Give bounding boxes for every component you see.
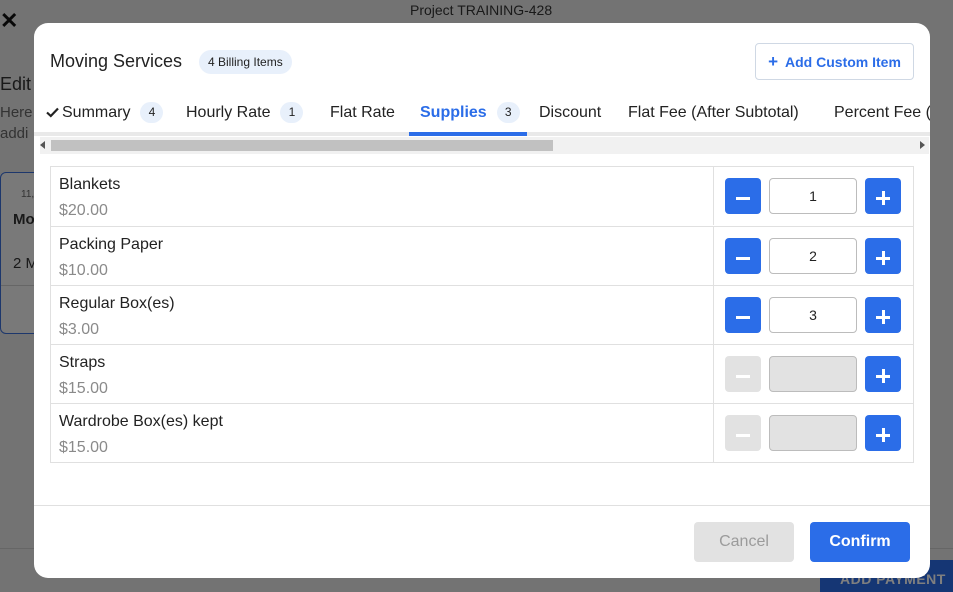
plus-icon <box>876 251 890 266</box>
tab-label: Hourly Rate <box>186 103 271 121</box>
row-divider <box>713 227 714 285</box>
list-item: Packing Paper $10.00 <box>51 226 913 285</box>
item-name: Packing Paper <box>59 236 164 253</box>
cancel-button[interactable]: Cancel <box>694 522 794 562</box>
item-name: Wardrobe Box(es) kept <box>59 413 223 430</box>
item-name: Regular Box(es) <box>59 295 175 312</box>
item-name: Straps <box>59 354 106 371</box>
list-item: Wardrobe Box(es) kept $15.00 <box>51 403 913 462</box>
scroll-left-arrow-icon[interactable] <box>40 141 45 149</box>
tab-bar: Summary 4 Hourly Rate 1 Flat Rate Suppli… <box>34 89 930 136</box>
tab-hourly-rate[interactable]: Hourly Rate 1 <box>186 89 304 136</box>
row-divider <box>713 404 714 462</box>
decrement-button <box>725 415 761 451</box>
tab-count-badge: 3 <box>496 102 520 123</box>
tab-label: Summary <box>62 103 131 121</box>
add-custom-item-button[interactable]: + Add Custom Item <box>755 43 914 80</box>
increment-button[interactable] <box>865 415 901 451</box>
decrement-button[interactable] <box>725 178 761 214</box>
supplies-list: Blankets $20.00 Packing Paper $10.00 Reg… <box>50 166 914 463</box>
quantity-input[interactable] <box>769 238 857 274</box>
increment-button[interactable] <box>865 356 901 392</box>
minus-icon <box>736 433 750 437</box>
minus-icon <box>736 315 750 319</box>
tab-label: Flat Rate <box>330 103 395 121</box>
tab-label: Discount <box>539 103 602 121</box>
modal-footer-divider <box>34 505 930 506</box>
list-item: Regular Box(es) $3.00 <box>51 285 913 344</box>
increment-button[interactable] <box>865 178 901 214</box>
scrollbar-thumb[interactable] <box>51 140 553 151</box>
increment-button[interactable] <box>865 238 901 274</box>
tab-supplies[interactable]: Supplies 3 <box>420 89 520 136</box>
tab-discount[interactable]: Discount <box>539 89 601 136</box>
tab-count-badge: 4 <box>140 102 164 123</box>
row-divider <box>713 286 714 344</box>
quantity-input[interactable] <box>769 356 857 392</box>
tab-count-badge: 1 <box>280 102 304 123</box>
minus-icon <box>736 256 750 260</box>
list-item: Straps $15.00 <box>51 344 913 403</box>
plus-icon <box>876 428 890 443</box>
list-item: Blankets $20.00 <box>51 167 913 226</box>
increment-button[interactable] <box>865 297 901 333</box>
item-price: $20.00 <box>59 202 108 219</box>
item-price: $10.00 <box>59 262 108 279</box>
tab-percent-fee[interactable]: Percent Fee ( <box>834 89 930 136</box>
scroll-right-arrow-icon[interactable] <box>920 141 925 149</box>
item-price: $3.00 <box>59 321 100 338</box>
quantity-input[interactable] <box>769 178 857 214</box>
item-price: $15.00 <box>59 380 108 397</box>
tab-summary[interactable]: Summary 4 <box>46 89 164 136</box>
minus-icon <box>736 374 750 378</box>
item-price: $15.00 <box>59 439 108 456</box>
modal-title: Moving Services <box>50 51 183 71</box>
item-name: Blankets <box>59 176 121 193</box>
billing-items-badge: 4 Billing Items <box>199 50 292 74</box>
minus-icon <box>736 196 750 200</box>
quantity-input[interactable] <box>769 297 857 333</box>
decrement-button[interactable] <box>725 238 761 274</box>
plus-icon <box>876 369 890 384</box>
confirm-button[interactable]: Confirm <box>810 522 910 562</box>
tab-flat-fee-after-subtotal[interactable]: Flat Fee (After Subtotal) <box>628 89 799 136</box>
tab-label: Percent Fee ( <box>834 103 930 121</box>
check-icon <box>46 107 59 118</box>
active-tab-indicator <box>409 132 527 136</box>
row-divider <box>713 167 714 225</box>
quantity-input[interactable] <box>769 415 857 451</box>
tab-label: Supplies <box>420 103 487 121</box>
plus-icon <box>876 310 890 325</box>
plus-icon: + <box>768 51 779 71</box>
horizontal-scrollbar[interactable] <box>40 137 929 154</box>
plus-icon <box>876 191 890 206</box>
add-custom-item-label: Add Custom Item <box>785 53 901 70</box>
tab-flat-rate[interactable]: Flat Rate <box>330 89 395 136</box>
tab-label: Flat Fee (After Subtotal) <box>628 103 799 121</box>
decrement-button[interactable] <box>725 297 761 333</box>
billing-modal: Moving Services 4 Billing Items + Add Cu… <box>34 23 930 578</box>
decrement-button <box>725 356 761 392</box>
row-divider <box>713 345 714 403</box>
